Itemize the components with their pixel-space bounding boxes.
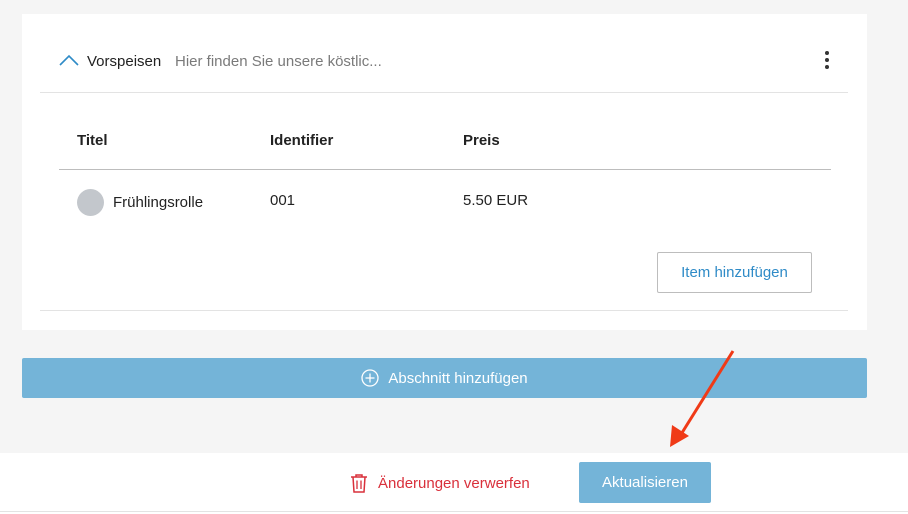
section-description: Hier finden Sie unsere köstlic... [175,53,382,70]
add-section-label: Abschnitt hinzufügen [388,369,528,387]
update-button[interactable]: Aktualisieren [579,462,711,503]
column-header-identifier: Identifier [270,132,334,149]
discard-changes-label: Änderungen verwerfen [378,474,530,492]
footer-divider [0,511,908,512]
item-image-placeholder [77,189,104,216]
item-identifier: 001 [270,192,296,209]
add-section-button[interactable]: Abschnitt hinzufügen [22,358,867,398]
column-header-price: Preis [463,132,500,149]
kebab-menu-icon[interactable] [820,51,834,75]
plus-circle-icon [361,369,380,387]
section-header[interactable]: Vorspeisen Hier finden Sie unsere köstli… [40,14,848,93]
section-title: Vorspeisen [87,53,162,70]
chevron-up-icon[interactable] [59,54,79,66]
discard-changes-button[interactable]: Änderungen verwerfen [350,471,530,495]
add-item-button[interactable]: Item hinzufügen [657,252,812,293]
items-table: Titel Identifier Preis Frühlingsrolle 00… [59,113,831,230]
trash-icon [351,474,367,493]
table-header: Titel Identifier Preis [59,113,831,170]
table-row[interactable]: Frühlingsrolle 001 5.50 EUR [59,170,831,230]
column-header-title: Titel [77,132,108,149]
divider [40,310,848,311]
item-price: 5.50 EUR [463,192,529,209]
section-card: Vorspeisen Hier finden Sie unsere köstli… [22,14,867,330]
item-title: Frühlingsrolle [113,194,204,211]
footer-bar: Änderungen verwerfen Aktualisieren [0,453,908,514]
